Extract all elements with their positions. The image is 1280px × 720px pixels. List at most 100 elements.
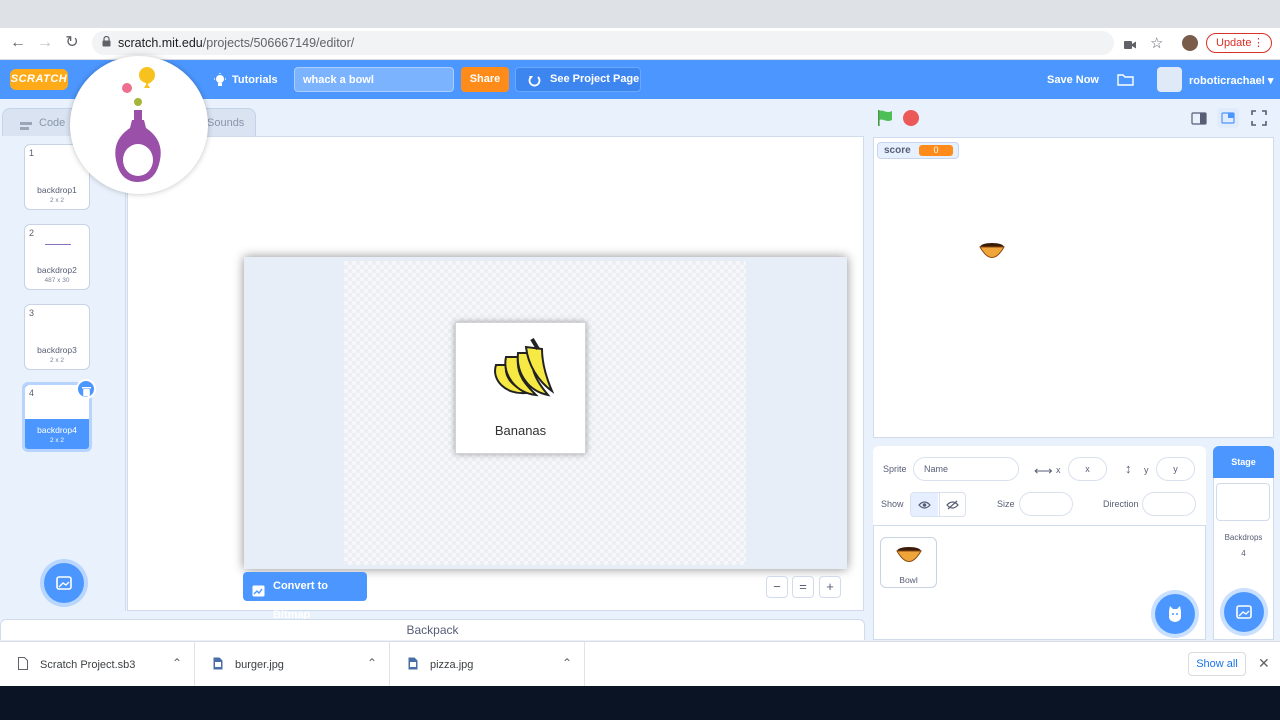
download-item[interactable]: burger.jpg ⌃ [195,642,390,687]
banana-icon [486,335,556,408]
save-now-button[interactable]: Save Now [1047,74,1099,86]
reload-icon[interactable]: ↻ [61,32,83,54]
card-label: Bananas [494,423,547,438]
image-file-icon [213,657,223,673]
channel-logo-badge [70,56,208,194]
download-item[interactable]: pizza.jpg ⌃ [390,642,585,687]
my-stuff-folder-icon[interactable] [1117,72,1134,91]
os-taskbar [0,686,1280,720]
costume-size: 2 x 2 [49,357,65,364]
green-flag-icon[interactable] [876,109,894,132]
convert-to-bitmap-button[interactable]: Convert to Bitmap [243,572,367,621]
browser-toolbar: ← → ↻ scratch.mit.edu/projects/506667149… [0,0,1280,60]
costume-name: backdrop3 [37,345,77,355]
file-icon [18,657,28,673]
costume-thumbnail [45,244,71,245]
browser-update-button[interactable]: Update ⋮ [1206,33,1272,53]
show-hidden-button[interactable] [939,493,965,516]
see-project-page-button[interactable]: See Project Page [515,67,641,92]
costume-number: 3 [29,308,35,318]
sounds-tab-label: Sounds [207,117,245,129]
sprite-name: Bowl [899,575,918,585]
update-label: Update [1216,37,1252,49]
bowl-thumb-icon [895,546,923,569]
download-filename: pizza.jpg [430,659,474,671]
backdrops-count: 4 [1241,549,1246,558]
monitor-label: score [884,145,911,156]
costume-item[interactable]: 2 backdrop2 487 x 30 [24,224,90,290]
fullscreen-icon[interactable] [1251,110,1267,131]
zoom-out-icon: − [773,579,781,594]
chevron-up-icon[interactable]: ⌃ [172,656,182,670]
back-icon[interactable]: ← [7,32,29,54]
normal-stage-icon[interactable] [1217,108,1239,128]
show-label: Show [881,499,904,509]
bitmap-icon [252,580,265,609]
camera-icon[interactable] [1124,37,1136,55]
username-label: roboticrachael [1189,75,1265,87]
see-project-icon [528,73,541,96]
tutorials-button[interactable]: Tutorials [232,74,278,86]
choose-stage-backdrop-button[interactable] [1224,592,1264,632]
direction-label: Direction [1103,499,1139,509]
share-button[interactable]: Share [461,67,509,92]
show-all-downloads-button[interactable]: Show all [1188,652,1246,676]
zoom-out-button[interactable]: − [766,576,788,598]
url-path: /projects/506667149/editor/ [202,36,355,50]
profile-avatar[interactable] [1182,35,1198,51]
choose-backdrop-button[interactable] [44,563,84,603]
backdrop-image-icon [56,576,72,594]
see-project-label: See Project Page [550,73,640,85]
user-avatar[interactable] [1157,67,1182,92]
close-icon[interactable]: ✕ [1258,655,1270,672]
scratch-logo[interactable]: SCRATCH [10,69,68,90]
download-item[interactable]: Scratch Project.sb3 ⌃ [0,642,195,687]
chevron-up-icon[interactable]: ⌃ [367,656,377,670]
sprite-thumbnail[interactable]: Bowl [880,537,937,588]
y-label: y [1144,465,1149,475]
backpack-header[interactable]: Backpack [0,619,865,640]
stage-thumbnail [1216,483,1270,521]
bowl-sprite[interactable] [979,242,1005,265]
scratch-logo-text: SCRATCH [10,73,68,85]
chevron-up-icon[interactable]: ⌃ [562,656,572,670]
costume-size: 2 x 2 [49,437,65,444]
project-title-input[interactable]: whack a bowl [294,67,454,92]
downloads-bar: Scratch Project.sb3 ⌃ burger.jpg ⌃ pizza… [0,641,1280,687]
equals-icon: = [799,579,807,594]
choose-sprite-button[interactable] [1155,594,1195,634]
forward-icon[interactable]: → [34,32,56,54]
costume-number: 4 [29,388,35,398]
costume-item[interactable]: 3 backdrop3 2 x 2 [24,304,90,370]
code-icon [20,118,32,136]
score-monitor[interactable]: score 0 [877,142,959,159]
show-visible-button[interactable] [911,493,938,516]
costume-size: 2 x 2 [49,197,65,204]
url-host: scratch.mit.edu [118,36,203,50]
size-input[interactable] [1019,492,1073,516]
costume-number: 2 [29,228,35,238]
address-bar[interactable]: scratch.mit.edu/projects/506667149/edito… [92,31,1114,55]
zoom-in-button[interactable]: + [819,576,841,598]
sprite-name-field[interactable]: Name [913,457,1019,481]
stage-selector-header: Stage [1213,446,1274,478]
chevron-down-icon: ▾ [1267,75,1274,87]
direction-input[interactable] [1142,492,1196,516]
bookmark-star-icon[interactable]: ☆ [1150,34,1163,52]
stop-icon[interactable] [903,110,919,126]
bananas-card-graphic[interactable]: Bananas [455,322,586,454]
stage-canvas[interactable] [873,137,1274,438]
delete-costume-button[interactable] [76,379,96,399]
sprite-label: Sprite [883,464,907,474]
small-stage-icon[interactable] [1190,110,1209,127]
eye-icon [918,497,931,514]
x-input[interactable]: x [1068,457,1107,481]
image-file-icon [408,657,418,673]
zoom-reset-button[interactable]: = [792,576,814,598]
y-input[interactable]: y [1156,457,1195,481]
menu-dots-icon: ⋮ [1253,37,1264,49]
trash-icon [82,384,91,402]
code-tab-label: Code [39,117,66,129]
url-text: scratch.mit.edu/projects/506667149/edito… [118,36,354,50]
username-menu[interactable]: roboticrachael ▾ [1189,74,1273,87]
